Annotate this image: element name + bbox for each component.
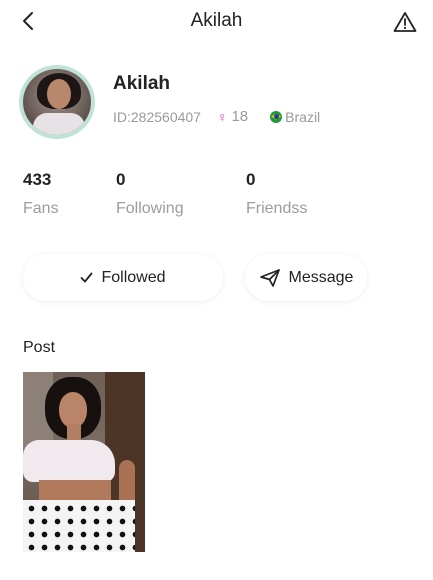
gender-age-badge: ♀ 18 <box>217 108 248 125</box>
followed-button[interactable]: Followed <box>23 254 223 301</box>
warning-triangle-icon <box>393 12 417 32</box>
friends-label: Friendss <box>246 200 308 217</box>
followed-label: Followed <box>101 268 166 286</box>
country-name: Brazil <box>285 108 321 125</box>
stat-fans[interactable]: 433 Fans <box>23 170 59 218</box>
message-label: Message <box>288 268 354 286</box>
profile-name: Akilah <box>113 73 171 94</box>
message-button[interactable]: Message <box>245 254 367 301</box>
stat-friends[interactable]: 0 Friendss <box>246 170 307 218</box>
following-label: Following <box>116 200 184 217</box>
user-id: ID:282560407 <box>113 108 201 125</box>
brazil-flag-icon <box>270 110 283 123</box>
fans-count: 433 <box>23 170 52 189</box>
friends-count: 0 <box>246 170 256 189</box>
age: 18 <box>231 108 249 125</box>
page-title: Akilah <box>190 10 243 31</box>
report-button[interactable] <box>391 9 419 35</box>
avatar[interactable] <box>19 65 95 139</box>
fans-label: Fans <box>23 200 59 217</box>
post-thumbnail[interactable] <box>23 372 145 552</box>
send-icon <box>259 268 281 288</box>
checkmark-icon <box>80 272 93 283</box>
profile-meta: ID:282560407 ♀ 18 Brazil <box>113 108 320 125</box>
female-icon: ♀ <box>216 108 228 125</box>
stat-following[interactable]: 0 Following <box>116 170 184 218</box>
following-count: 0 <box>116 170 126 189</box>
post-section-title: Post <box>23 339 56 356</box>
country-badge: Brazil <box>270 109 320 125</box>
